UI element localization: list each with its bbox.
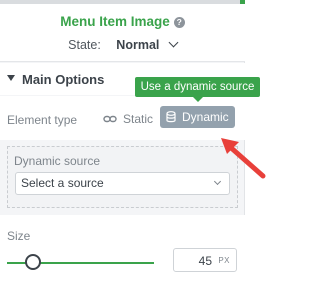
size-control: Size 45 PX [0, 215, 245, 284]
dynamic-button[interactable]: Dynamic [160, 106, 235, 128]
static-button-label: Static [123, 112, 154, 126]
dynamic-tooltip: Use a dynamic source [135, 77, 260, 97]
size-label: Size [7, 229, 31, 243]
size-unit[interactable]: PX [218, 256, 230, 265]
size-number-input[interactable]: 45 PX [173, 248, 237, 272]
collapse-triangle-icon[interactable] [7, 75, 15, 81]
question-circle-icon[interactable]: ? [173, 17, 185, 28]
tooltip-tail [193, 97, 203, 102]
static-button[interactable]: Static [103, 109, 153, 129]
dynamic-button-label: Dynamic [182, 110, 229, 124]
panel-header: Menu Item Image? State: Normal [0, 4, 245, 62]
state-value[interactable]: Normal [116, 38, 159, 52]
state-selector[interactable]: State: Normal [0, 37, 245, 52]
dynamic-source-box: Dynamic source Select a source [7, 146, 238, 208]
size-value: 45 [198, 254, 212, 268]
element-type-row: Element type Static Dynamic [0, 96, 245, 140]
database-icon [166, 111, 176, 123]
dynamic-source-select[interactable]: Select a source [15, 172, 230, 195]
element-type-label: Element type [7, 113, 78, 127]
dynamic-source-label: Dynamic source [14, 154, 101, 168]
state-label: State: [68, 38, 101, 52]
chevron-down-icon[interactable] [168, 37, 179, 48]
link-icon [103, 115, 117, 123]
panel-title: Menu Item Image? [0, 14, 245, 29]
dynamic-source-select-value: Select a source [21, 176, 104, 190]
annotation-arrow-icon [221, 138, 266, 179]
panel-title-text: Menu Item Image [60, 14, 170, 29]
size-slider-handle[interactable] [25, 254, 41, 270]
section-title[interactable]: Main Options [22, 72, 104, 87]
